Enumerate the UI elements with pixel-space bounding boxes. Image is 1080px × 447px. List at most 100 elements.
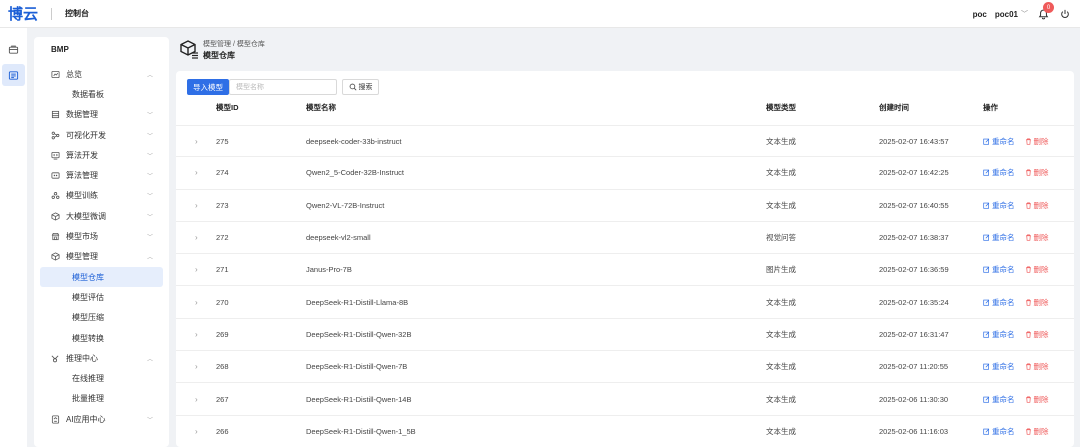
delete-button[interactable]: 删除 — [1025, 297, 1049, 308]
delete-button[interactable]: 删除 — [1025, 200, 1049, 211]
table-row[interactable]: › 267 DeepSeek-R1-Distill-Qwen-14B 文本生成 2025… — [176, 383, 1074, 416]
sidebar-item[interactable]: 算法管理 ﹀ — [34, 165, 169, 185]
expand-row-icon[interactable]: › — [195, 395, 198, 404]
trash-icon — [1025, 266, 1031, 273]
account-dropdown[interactable]: poc01 ﹀ — [995, 9, 1028, 19]
table-row[interactable]: › 273 Qwen2-VL-72B-Instruct 文本生成 2025-02-07 … — [176, 190, 1074, 222]
delete-button[interactable]: 删除 — [1025, 394, 1049, 405]
sidebar-subitem[interactable]: 模型评估 — [34, 287, 169, 307]
table-row[interactable]: › 270 DeepSeek-R1-Distill-Llama-8B 文本生成 2025… — [176, 286, 1074, 319]
sidebar-item[interactable]: 模型管理 ︿ — [34, 247, 169, 267]
cell-created-time: 2025-02-07 16:31:47 — [879, 329, 949, 339]
sidebar-menu: 总览 ︿ 数据看板 数据管理 ﹀ 可视化开发 ﹀ 算法开发 ﹀ 算法管理 ﹀ 模型训练 ﹀ 大模型微调 ﹀ 模… — [34, 64, 169, 429]
sidebar: BMP 总览 ︿ 数据看板 数据管理 ﹀ 可视化开发 ﹀ 算法开发 ﹀ 算法管理 ﹀ 模型训练 ﹀ 大模型… — [34, 37, 169, 447]
delete-label: 删除 — [1033, 265, 1049, 275]
sidebar-item[interactable]: AI应用中心 ﹀ — [34, 409, 169, 429]
search-button[interactable]: 搜索 — [342, 79, 379, 95]
rename-button[interactable]: 重命名 — [983, 361, 1015, 372]
delete-button[interactable]: 删除 — [1025, 329, 1049, 340]
expand-row-icon[interactable]: › — [195, 201, 198, 210]
rename-label: 重命名 — [992, 426, 1015, 436]
table-row[interactable]: › 272 deepseek-vl2-small 视觉问答 2025-02-07 16:… — [176, 222, 1074, 255]
expand-row-icon[interactable]: › — [195, 427, 198, 436]
main-content: 模型管理 / 模型仓库 模型仓库 导入模型 搜索 模型ID 模型名称 模型类型 … — [176, 37, 1080, 447]
cell-created-time: 2025-02-06 11:16:03 — [879, 426, 949, 436]
rename-button[interactable]: 重命名 — [983, 329, 1015, 340]
expand-row-icon[interactable]: › — [195, 362, 198, 371]
rename-button[interactable]: 重命名 — [983, 136, 1015, 147]
table-row[interactable]: › 274 Qwen2_5-Coder-32B-Instruct 文本生成 2025-0… — [176, 157, 1074, 190]
notification-button[interactable]: 0 — [1036, 2, 1054, 21]
expand-row-icon[interactable]: › — [195, 330, 198, 339]
sidebar-item[interactable]: 推理中心 ︿ — [34, 348, 169, 368]
edit-icon — [983, 396, 990, 403]
expand-row-icon[interactable]: › — [195, 298, 198, 307]
sidebar-item-label: 大模型微调 — [66, 211, 106, 221]
delete-button[interactable]: 删除 — [1025, 232, 1049, 243]
sidebar-item-label: 推理中心 — [66, 353, 98, 363]
rename-button[interactable]: 重命名 — [983, 394, 1015, 405]
cell-model-type: 文本生成 — [766, 297, 796, 307]
sidebar-item[interactable]: 模型训练 ﹀ — [34, 186, 169, 206]
sidebar-item-label: 可视化开发 — [66, 130, 106, 140]
cube-icon — [48, 212, 62, 221]
sidebar-item[interactable]: 数据管理 ﹀ — [34, 105, 169, 125]
cell-model-id: 275 — [216, 136, 229, 146]
rail-models[interactable] — [2, 64, 25, 86]
sidebar-subitem[interactable]: 模型压缩 — [34, 308, 169, 328]
row-actions: 重命名 删除 — [983, 394, 1049, 405]
sidebar-subitem[interactable]: 批量推理 — [34, 389, 169, 409]
delete-button[interactable]: 删除 — [1025, 361, 1049, 372]
rename-button[interactable]: 重命名 — [983, 297, 1015, 308]
logo[interactable]: 博云 — [8, 3, 38, 24]
table-row[interactable]: › 275 deepseek-coder-33b-instruct 文本生成 2025-… — [176, 125, 1074, 158]
delete-button[interactable]: 删除 — [1025, 426, 1049, 437]
table-row[interactable]: › 266 DeepSeek-R1-Distill-Qwen-1_5B 文本生成 202… — [176, 416, 1074, 447]
trash-icon — [1025, 396, 1031, 403]
expand-row-icon[interactable]: › — [195, 265, 198, 274]
rename-button[interactable]: 重命名 — [983, 426, 1015, 437]
cell-model-id: 269 — [216, 329, 229, 339]
cell-model-type: 文本生成 — [766, 329, 796, 339]
sidebar-item[interactable]: 算法开发 ﹀ — [34, 145, 169, 165]
delete-button[interactable]: 删除 — [1025, 264, 1049, 275]
cell-model-type: 文本生成 — [766, 426, 796, 436]
trash-icon — [1025, 169, 1031, 177]
row-actions: 重命名 删除 — [983, 361, 1049, 372]
row-actions: 重命名 删除 — [983, 264, 1049, 275]
chevron-up-icon: ︿ — [146, 72, 153, 79]
table-row[interactable]: › 269 DeepSeek-R1-Distill-Qwen-32B 文本生成 2025… — [176, 319, 1074, 352]
sidebar-subitem[interactable]: 模型转换 — [34, 328, 169, 348]
sidebar-item[interactable]: 总览 ︿ — [34, 64, 169, 84]
rename-button[interactable]: 重命名 — [983, 167, 1015, 178]
expand-row-icon[interactable]: › — [195, 137, 198, 146]
search-input[interactable] — [229, 79, 337, 95]
divider — [51, 7, 53, 20]
sidebar-subitem[interactable]: 在线推理 — [34, 368, 169, 388]
sidebar-subitem[interactable]: 数据看板 — [34, 84, 169, 104]
delete-button[interactable]: 删除 — [1025, 167, 1049, 178]
rail-workspace[interactable] — [2, 38, 25, 60]
rename-button[interactable]: 重命名 — [983, 264, 1015, 275]
expand-row-icon[interactable]: › — [195, 233, 198, 242]
delete-label: 删除 — [1033, 394, 1049, 404]
sidebar-item[interactable]: 模型市场 ﹀ — [34, 226, 169, 246]
sidebar-item[interactable]: 大模型微调 ﹀ — [34, 206, 169, 226]
logout-button[interactable] — [1058, 7, 1072, 21]
cell-model-id: 273 — [216, 200, 229, 210]
breadcrumb[interactable]: 模型管理 / 模型仓库 — [203, 39, 265, 49]
trash-icon — [1025, 138, 1031, 145]
sidebar-subitem[interactable]: 模型仓库 — [40, 266, 163, 288]
console-title[interactable]: 控制台 — [65, 8, 89, 19]
table-row[interactable]: › 268 DeepSeek-R1-Distill-Qwen-7B 文本生成 2025-… — [176, 351, 1074, 384]
search-button-label: 搜索 — [358, 84, 373, 91]
rename-button[interactable]: 重命名 — [983, 232, 1015, 243]
import-model-button[interactable]: 导入模型 — [187, 79, 229, 95]
rename-button[interactable]: 重命名 — [983, 200, 1015, 211]
expand-row-icon[interactable]: › — [195, 168, 198, 177]
table-row[interactable]: › 271 Janus-Pro-7B 图片生成 2025-02-07 16:36:59 重… — [176, 254, 1074, 287]
sidebar-item[interactable]: 可视化开发 ﹀ — [34, 125, 169, 145]
cell-created-time: 2025-02-07 16:36:59 — [879, 265, 949, 275]
delete-button[interactable]: 删除 — [1025, 136, 1049, 147]
table-header: 模型ID 模型名称 模型类型 创建时间 操作 — [176, 99, 1074, 116]
